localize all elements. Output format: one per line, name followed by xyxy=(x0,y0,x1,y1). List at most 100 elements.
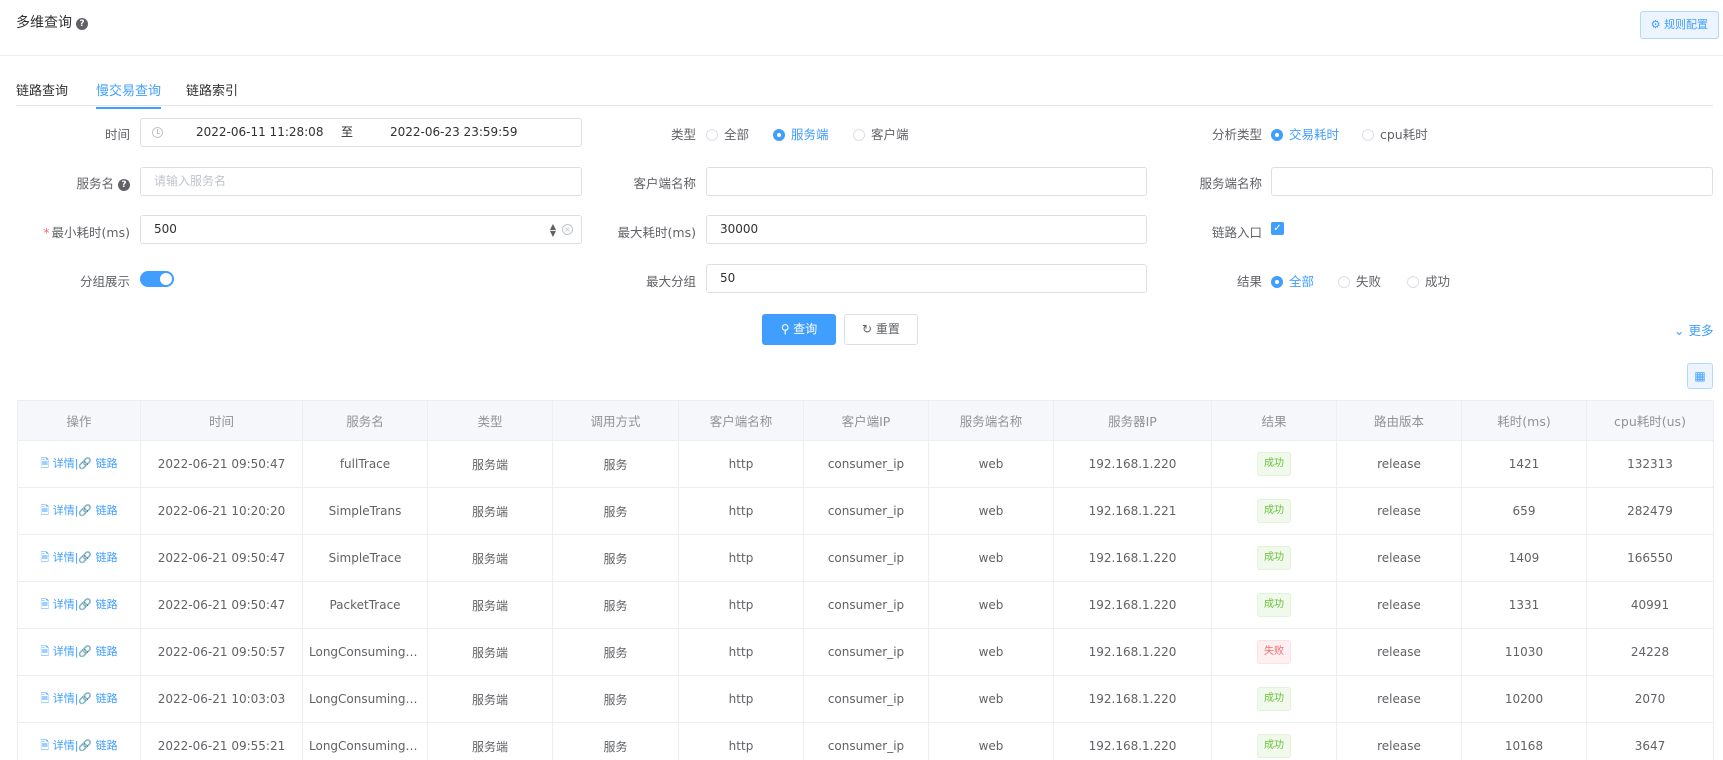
cell-time: 2022-06-21 09:50:47 xyxy=(140,581,303,629)
result-radio-fail[interactable]: 失败 xyxy=(1338,271,1381,290)
type-radio-client[interactable]: 客户端 xyxy=(853,124,909,143)
max-cost-input[interactable]: 30000 xyxy=(706,215,1147,244)
status-badge: 成功 xyxy=(1257,687,1291,711)
max-group-input[interactable]: 50 xyxy=(706,264,1147,293)
cell-client: http xyxy=(678,581,804,629)
cell-route: release xyxy=(1336,487,1462,535)
time-start[interactable]: 2022-06-11 11:28:08 xyxy=(196,119,323,146)
radio-label: 客户端 xyxy=(871,127,909,142)
rule-config-button[interactable]: ⚙ 规则配置 xyxy=(1639,11,1719,39)
status-badge: 失败 xyxy=(1257,640,1291,664)
time-end[interactable]: 2022-06-23 23:59:59 xyxy=(390,119,517,146)
result-radio-success[interactable]: 成功 xyxy=(1407,271,1450,290)
cell-cost: 1331 xyxy=(1461,581,1587,629)
radio-dot xyxy=(1338,276,1350,288)
group-display-switch[interactable] xyxy=(140,271,174,287)
client-name-input[interactable] xyxy=(706,167,1147,196)
table-body: 🗎 详情|🔗 链路 2022-06-21 09:50:47 fullTrace 服务端… xyxy=(17,440,1714,760)
chain-link[interactable]: 🔗 链路 xyxy=(78,504,117,517)
result-radio-all[interactable]: 全部 xyxy=(1271,271,1314,290)
clear-icon[interactable]: × xyxy=(562,224,573,235)
analysis-radio-cpu[interactable]: cpu耗时 xyxy=(1362,124,1428,143)
radio-dot xyxy=(706,129,718,141)
table-row[interactable]: 🗎 详情|🔗 链路 2022-06-21 09:50:57 LongConsumin… xyxy=(17,628,1714,676)
help-icon[interactable]: ? xyxy=(118,179,130,191)
spinner-arrows-icon[interactable]: ▲ ▼ xyxy=(550,223,556,238)
reset-button[interactable]: ↻ 重置 xyxy=(844,314,918,345)
cell-route: release xyxy=(1336,440,1462,488)
service-name-input[interactable]: 请输入服务名 xyxy=(140,167,582,196)
document-icon: 🗎 xyxy=(40,503,53,517)
detail-link[interactable]: 🗎 详情 xyxy=(40,551,74,564)
cell-time: 2022-06-21 10:20:20 xyxy=(140,487,303,535)
document-icon: 🗎 xyxy=(40,644,53,658)
table-header: 操作 时间 服务名 类型 调用方式 客户端名称 客户端IP 服务端名称 服务器IP 结果 路由版本耗… xyxy=(17,400,1714,441)
query-button-label: 查询 xyxy=(793,322,818,336)
table-row[interactable]: 🗎 详情|🔗 链路 2022-06-21 09:55:21 LongConsumin… xyxy=(17,722,1714,760)
row-actions: 🗎 详情|🔗 链路 xyxy=(17,722,141,760)
time-label: 时间 xyxy=(104,127,130,142)
analysis-type-label: 分析类型 xyxy=(1211,127,1262,142)
row-actions: 🗎 详情|🔗 链路 xyxy=(17,440,141,488)
min-cost-input[interactable]: 500 ▲ ▼ × xyxy=(140,215,582,244)
radio-label: 失败 xyxy=(1356,274,1382,289)
query-button[interactable]: ⚲ 查询 xyxy=(762,314,836,345)
tab-slow-transaction-query[interactable]: 慢交易查询 xyxy=(96,80,162,109)
chain-link[interactable]: 🔗 链路 xyxy=(78,692,117,705)
detail-link[interactable]: 🗎 详情 xyxy=(40,692,74,705)
chain-link[interactable]: 🔗 链路 xyxy=(78,457,117,470)
min-cost-label: * 最小耗时(ms) xyxy=(40,222,130,241)
chain-link-label: 链路 xyxy=(95,738,118,752)
table-row[interactable]: 🗎 详情|🔗 链路 2022-06-21 10:03:03 LongConsumin… xyxy=(17,675,1714,723)
table-row[interactable]: 🗎 详情|🔗 链路 2022-06-21 09:50:47 fullTrace 服务端… xyxy=(17,440,1714,488)
cell-call: 服务 xyxy=(552,440,679,488)
service-name-label: 服务名? xyxy=(40,173,130,192)
cell-service: SimpleTrans xyxy=(302,487,428,535)
cell-client: http xyxy=(678,675,804,723)
cell-cpu: 40991 xyxy=(1586,581,1714,629)
type-radio-server[interactable]: 服务端 xyxy=(773,124,829,143)
cell-server-ip: 192.168.1.220 xyxy=(1053,628,1212,676)
result-cell: 成功 xyxy=(1211,487,1337,535)
cell-cpu: 166550 xyxy=(1586,534,1714,582)
detail-link[interactable]: 🗎 详情 xyxy=(40,739,74,752)
help-icon[interactable]: ? xyxy=(76,18,88,30)
cell-call: 服务 xyxy=(552,722,679,760)
link-icon: 🔗 xyxy=(78,503,96,517)
table-row[interactable]: 🗎 详情|🔗 链路 2022-06-21 09:50:47 SimpleTrace 服… xyxy=(17,534,1714,582)
row-actions: 🗎 详情|🔗 链路 xyxy=(17,628,141,676)
detail-link[interactable]: 🗎 详情 xyxy=(40,457,74,470)
analysis-radio-transaction[interactable]: 交易耗时 xyxy=(1271,124,1339,143)
page-header: 多维查询? ⚙ 规则配置 xyxy=(0,0,1723,56)
server-name-input[interactable] xyxy=(1271,167,1713,196)
cell-cpu: 2070 xyxy=(1586,675,1714,723)
detail-link-label: 详情 xyxy=(52,738,75,752)
detail-link[interactable]: 🗎 详情 xyxy=(40,504,74,517)
tab-chain-index[interactable]: 链路索引 xyxy=(186,80,238,107)
chain-link[interactable]: 🔗 链路 xyxy=(78,645,117,658)
type-radio-all[interactable]: 全部 xyxy=(706,124,749,143)
table-row[interactable]: 🗎 详情|🔗 链路 2022-06-21 10:20:20 SimpleTrans 服… xyxy=(17,487,1714,535)
required-mark: * xyxy=(43,225,50,240)
cell-time: 2022-06-21 09:50:47 xyxy=(140,440,303,488)
cell-client-ip: consumer_ip xyxy=(803,675,929,723)
column-settings-icon[interactable]: ▦ xyxy=(1687,363,1713,389)
chain-link[interactable]: 🔗 链路 xyxy=(78,739,117,752)
tab-chain-query[interactable]: 链路查询 xyxy=(16,80,68,107)
cell-type: 服务端 xyxy=(427,722,553,760)
detail-link[interactable]: 🗎 详情 xyxy=(40,598,74,611)
detail-link[interactable]: 🗎 详情 xyxy=(40,645,74,658)
result-label: 结果 xyxy=(1236,274,1262,289)
status-badge: 成功 xyxy=(1257,593,1291,617)
chain-link[interactable]: 🔗 链路 xyxy=(78,598,117,611)
chain-entry-checkbox[interactable]: ✓ xyxy=(1271,222,1284,235)
slow-transaction-table: 操作 时间 服务名 类型 调用方式 客户端名称 客户端IP 服务端名称 服务器IP 结果 路由版本耗… xyxy=(17,400,1714,760)
more-link[interactable]: ⌄ 更多 xyxy=(1674,320,1713,339)
cell-service: LongConsumingTr... xyxy=(302,675,428,723)
cell-cost: 11030 xyxy=(1461,628,1587,676)
table-row[interactable]: 🗎 详情|🔗 链路 2022-06-21 09:50:47 PacketTrace 服… xyxy=(17,581,1714,629)
status-badge: 成功 xyxy=(1257,499,1291,523)
time-range-picker[interactable]: 2022-06-11 11:28:08 至 2022-06-23 23:59:5… xyxy=(140,118,582,147)
chain-link[interactable]: 🔗 链路 xyxy=(78,551,117,564)
link-icon: 🔗 xyxy=(78,691,96,705)
